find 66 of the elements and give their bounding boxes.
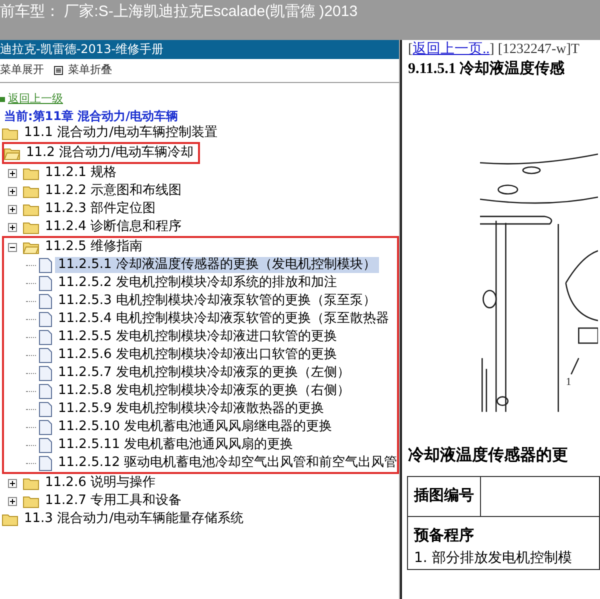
tree-item[interactable]: 11.1 混合动力/电动车辆控制装置 (21, 125, 220, 141)
tree-item[interactable]: 11.2.5.10 发电机蓄电池通风风扇继电器的更换 (55, 419, 336, 435)
toolbar-button[interactable]: 菜单展开 (0, 62, 44, 79)
document-icon (39, 258, 52, 272)
tree-item[interactable]: 11.2.5.12 驱动电机蓄电池冷却空气出风管和前空气出风管 (55, 455, 400, 471)
open-folder-icon (23, 240, 39, 254)
tree-item[interactable]: 11.2.5.1 冷却液温度传感器的更换（发电机控制模块） (55, 257, 379, 273)
document-icon (39, 420, 52, 434)
expand-toggle[interactable] (8, 242, 17, 252)
document-id: ] [1232247-w]T (490, 40, 580, 58)
expand-toggle[interactable] (8, 186, 17, 196)
tree-item[interactable]: 11.2.3 部件定位图 (42, 201, 158, 217)
tree-item[interactable]: 11.2 混合动力/电动车辆冷却 (23, 145, 196, 161)
window-title: 前车型： 厂家:S-上海凯迪拉克Escalade(凯雷德 )2013 (0, 2, 358, 22)
tree-item[interactable]: 11.2.5.9 发电机控制模块冷却液散热器的更换 (55, 401, 327, 417)
document-icon (39, 402, 52, 416)
callout-label: 1 (566, 376, 572, 388)
folder-icon (23, 184, 39, 198)
bullet-icon (0, 96, 5, 102)
document-icon (39, 330, 52, 344)
tree-item[interactable]: 11.2.2 示意图和布线图 (42, 183, 184, 199)
back-link[interactable]: 返回上一级 (8, 90, 63, 108)
table-header-cell: 插图编号 (408, 477, 481, 516)
document-icon (39, 312, 52, 326)
document-icon (39, 294, 52, 308)
list-icon (54, 66, 63, 75)
tree-item[interactable]: 11.2.5.6 发电机控制模块冷却液出口软管的更换 (55, 347, 340, 363)
tree-item[interactable]: 11.2.5 维修指南 (42, 239, 146, 255)
document-icon (39, 366, 52, 380)
expand-toggle[interactable] (8, 168, 17, 178)
current-chapter: 当前:第11章 混合动力/电动车辆 (3, 108, 180, 124)
tree-item[interactable]: 11.2.5.2 发电机控制模块冷却系统的排放和加注 (55, 275, 340, 291)
panel-header: 迪拉克-凯雷德-2013-维修手册 (0, 40, 399, 59)
tree-item[interactable]: 11.2.5.5 发电机控制模块冷却液进口软管的更换 (55, 329, 340, 345)
folder-icon (23, 494, 39, 508)
step-text: 1. 部分排放发电机控制模 (414, 548, 573, 568)
document-icon (39, 384, 52, 398)
folder-icon (23, 476, 39, 490)
expand-toggle[interactable] (8, 478, 17, 488)
folder-icon (23, 166, 39, 180)
section-title: 预备程序 (414, 526, 475, 546)
document-icon (39, 438, 52, 452)
expand-toggle[interactable] (8, 496, 17, 506)
expand-toggle[interactable] (8, 222, 17, 232)
tree-item[interactable]: 11.2.7 专用工具和设备 (42, 493, 184, 509)
procedure-title: 冷却液温度传感器的更 (408, 445, 569, 466)
document-icon (39, 456, 52, 470)
tree-item[interactable]: 11.2.5.7 发电机控制模块冷却液泵的更换（左侧） (55, 365, 353, 381)
document-icon (39, 348, 52, 362)
bracket-text: [ (408, 40, 413, 58)
tree-item[interactable]: 11.2.5.8 发电机控制模块冷却液泵的更换（右侧） (55, 383, 353, 399)
document-icon (39, 276, 52, 290)
section-heading: 9.11.5.1 冷却液温度传感 (408, 59, 566, 79)
tree-item[interactable]: 11.2.6 说明与操作 (42, 475, 158, 491)
back-link[interactable]: 返回上一页.. (412, 40, 490, 60)
tree-item[interactable]: 11.2.5.3 电机控制模块冷却液泵软管的更换（泵至泵） (55, 293, 379, 309)
toolbar-button[interactable]: 菜单折叠 (54, 62, 112, 79)
tree-item[interactable]: 11.2.4 诊断信息和程序 (42, 219, 184, 235)
tree-item[interactable]: 11.2.1 规格 (42, 165, 120, 181)
folder-icon (23, 220, 39, 234)
folder-icon (23, 202, 39, 216)
leader-line (570, 358, 580, 375)
tree-item[interactable]: 11.2.5.4 电机控制模块冷却液泵软管的更换（泵至散热器 (55, 311, 392, 327)
expand-toggle[interactable] (8, 204, 17, 214)
tree-item[interactable]: 11.2.5.11 发电机蓄电池通风风扇的更换 (55, 437, 296, 453)
tree-item[interactable]: 11.3 混合动力/电动车辆能量存储系统 (21, 511, 246, 527)
